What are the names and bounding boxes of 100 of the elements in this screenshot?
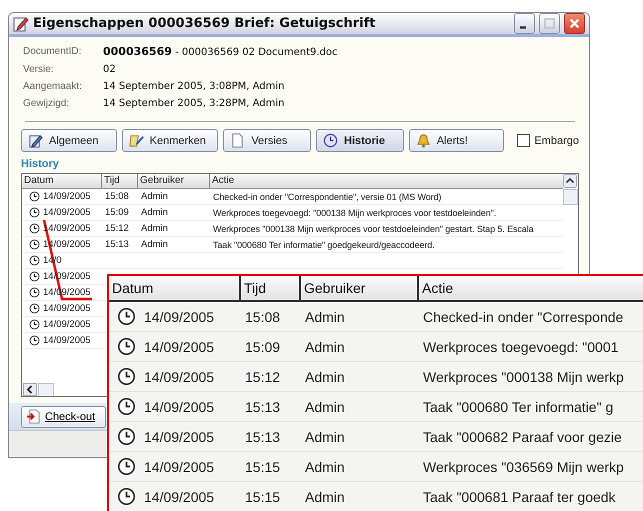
column-header[interactable]: Actie xyxy=(210,174,563,188)
pencil-document-icon xyxy=(13,16,29,32)
column-header[interactable]: Datum xyxy=(22,174,102,188)
clock-icon xyxy=(29,207,40,218)
clock-icon xyxy=(117,457,136,476)
document-icon xyxy=(230,133,246,148)
clock-icon xyxy=(117,337,136,356)
scroll-left-icon[interactable] xyxy=(23,383,37,396)
table-cell-text: Werkproces toegevoegd: "0001 xyxy=(422,338,620,354)
column-header: Gebruiker xyxy=(301,276,419,300)
scrollbar-thumb[interactable] xyxy=(563,189,578,206)
column-header[interactable]: Gebruiker xyxy=(138,174,210,188)
section-title: History xyxy=(21,158,60,170)
clock-icon xyxy=(29,191,40,202)
table-cell-text: 15:12 xyxy=(244,368,282,384)
table-cell: 14/09/2005 xyxy=(144,428,214,444)
table-cell: 14/09/2005 xyxy=(43,319,91,330)
clock-icon xyxy=(323,133,338,148)
clock-icon xyxy=(29,319,40,330)
table-cell: Admin xyxy=(141,191,168,202)
scroll-up-icon[interactable] xyxy=(563,174,577,188)
clock-icon xyxy=(117,367,136,386)
table-cell-text: 15:09 xyxy=(244,338,282,354)
table-cell-text: Checked-in onder "Corresponde xyxy=(422,308,624,324)
table-cell-text: Werkproces "036569 Mijn werkp xyxy=(422,458,625,474)
table-cell: 15:13 xyxy=(105,239,129,250)
field-value: 02 xyxy=(103,63,117,78)
close-button[interactable] xyxy=(564,13,585,34)
table-cell: Checked-in onder "Correspondentie", versie 01 (MS Word) xyxy=(213,192,442,202)
table-cell-text: Admin xyxy=(304,338,346,354)
table-cell: 14/09/2005 xyxy=(43,303,91,314)
table-cell: Admin xyxy=(141,239,168,250)
clock-icon xyxy=(29,287,40,298)
column-header: Tijd xyxy=(241,276,301,300)
column-header[interactable]: Tijd xyxy=(102,174,138,188)
table-cell: 15:08 xyxy=(105,191,129,202)
table-cell: 14/09/2005 xyxy=(144,338,214,354)
maximize-icon xyxy=(543,17,556,30)
bell-icon xyxy=(416,133,431,148)
tab-button[interactable]: Historie xyxy=(316,129,404,152)
tab-button[interactable]: Algemeen xyxy=(21,129,117,152)
tab-button[interactable]: Versies xyxy=(223,129,311,152)
table-cell-text: Werkproces "000138 Mijn werkp xyxy=(422,368,625,384)
checkbox[interactable] xyxy=(517,134,530,148)
table-cell-text: Taak "000680 Ter informatie" g xyxy=(422,398,614,414)
clock-icon xyxy=(29,239,40,250)
table-cell: 14/09/2005 xyxy=(43,335,91,346)
table-cell-text: Taak "000682 Paraaf voor gezie xyxy=(422,428,623,444)
table-cell: 14/09/2005 xyxy=(144,488,214,504)
table-cell: 14/09/2005 xyxy=(144,368,214,384)
clock-icon xyxy=(117,487,136,506)
scroll-pen-icon xyxy=(128,133,144,148)
embargo-checkbox[interactable]: Embargo xyxy=(517,134,579,148)
table-cell-text: Admin xyxy=(304,458,346,474)
table-cell: Werkproces "000138 Mijn werkproces voor testdoeleinden" gestart. Stap 5. Escala xyxy=(213,224,534,234)
table-cell: 14/09/2005 xyxy=(43,207,91,218)
tab-button[interactable]: Kenmerken xyxy=(122,129,218,152)
column-header: Actie xyxy=(421,279,454,298)
table-cell: 14/09/2005 xyxy=(144,458,214,474)
close-icon xyxy=(568,17,581,30)
table-cell: Admin xyxy=(141,207,168,218)
field-label: DocumentID: xyxy=(23,45,82,60)
table-cell-text: 15:13 xyxy=(244,428,282,444)
minimize-icon xyxy=(520,26,526,30)
clock-icon xyxy=(29,303,40,314)
column-header: Datum xyxy=(109,276,241,300)
scrollbar-thumb[interactable] xyxy=(38,383,54,396)
table-cell: 14/09/2005 xyxy=(144,398,214,414)
clock-icon xyxy=(29,223,40,234)
table-cell: 14/09/2005 xyxy=(144,308,214,324)
field-label: Versie: xyxy=(23,63,55,78)
clock-icon xyxy=(117,307,136,326)
table-cell: 15:09 xyxy=(105,207,129,218)
check-out-button[interactable]: Check-out xyxy=(21,406,106,428)
window-title: Eigenschappen 000036569 Brief: Getuigschrift xyxy=(33,16,376,32)
pencil-document-icon xyxy=(28,133,43,148)
minimize-button[interactable] xyxy=(514,13,535,34)
field-label: Aangemaakt: xyxy=(23,80,83,94)
field-value: 14 September 2005, 3:28PM, Admin xyxy=(103,97,286,112)
tab-button[interactable]: Alerts! xyxy=(408,129,504,152)
table-cell: 15:12 xyxy=(105,223,129,234)
clock-icon xyxy=(117,427,136,446)
table-cell-text: Admin xyxy=(304,488,346,504)
field-value: 14 September 2005, 3:08PM, Admin xyxy=(103,80,286,94)
document-arrow-icon xyxy=(26,409,41,424)
table-cell-text: Admin xyxy=(304,368,346,384)
table-cell-text: 15:13 xyxy=(244,398,282,414)
table-cell-text: Admin xyxy=(304,398,346,414)
table-cell-text: 15:08 xyxy=(244,308,282,324)
table-cell-text: Admin xyxy=(304,308,346,324)
table-cell-text: 15:15 xyxy=(244,488,282,504)
table-cell: Admin xyxy=(141,223,168,234)
table-cell-text: Taak "000681 Paraaf ter goedk xyxy=(422,488,617,504)
clock-icon xyxy=(29,335,40,346)
field-label: Gewijzigd: xyxy=(23,97,70,112)
clock-icon xyxy=(29,255,40,266)
field-value: 000036569 - 000036569 02 Document9.doc xyxy=(103,45,339,60)
table-cell: 14/09/2005 xyxy=(43,191,91,202)
clock-icon xyxy=(117,397,136,416)
table-cell: Taak "000680 Ter informatie" goedgekeurd/geaccodeerd. xyxy=(213,240,435,250)
